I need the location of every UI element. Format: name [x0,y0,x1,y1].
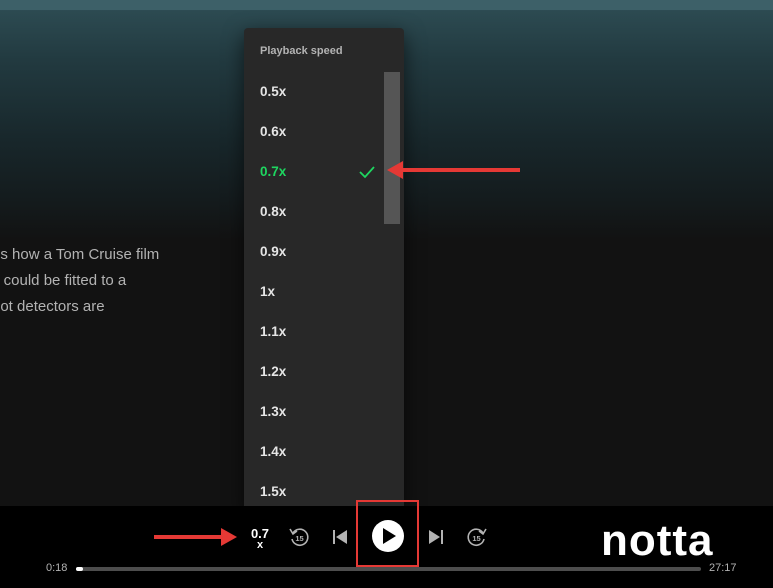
skip-back-15-button[interactable]: 15 [288,526,310,548]
checkmark-icon [359,166,375,179]
speed-option-label: 1.5x [260,484,287,499]
speed-option-label: 1.4x [260,444,287,459]
progress-fill [76,567,83,571]
speed-option-label: 1.1x [260,324,287,339]
speed-option-0-8x[interactable]: 0.8x [244,192,384,232]
description-line: us how a Tom Cruise film [0,246,160,263]
description-line: it could be fitted to a [0,272,127,289]
header-strip [0,0,773,10]
next-button[interactable] [427,528,445,546]
annotation-arrow-right-icon [154,528,237,546]
skip-forward-icon: 15 [467,528,487,546]
speed-option-label: 1.3x [260,404,287,419]
speed-option-0-9x[interactable]: 0.9x [244,232,384,272]
previous-button[interactable] [331,528,349,546]
speed-option-1x[interactable]: 1x [244,272,384,312]
speed-option-label: 0.9x [260,244,287,259]
skip-back-seconds: 15 [295,534,303,543]
speed-option-0-5x[interactable]: 0.5x [244,72,384,112]
episode-description: us how a Tom Cruise film it could be fit… [0,242,240,346]
skip-forward-seconds: 15 [472,534,480,543]
play-button-highlight [356,500,419,567]
annotation-arrow-left-icon [387,161,520,179]
skip-forward-15-button[interactable]: 15 [466,526,488,548]
speed-option-label: 0.7x [260,164,287,179]
speed-option-label: 1.2x [260,364,287,379]
speed-option-1-2x[interactable]: 1.2x [244,352,384,392]
progress-bar[interactable] [76,567,701,571]
skip-previous-icon [333,530,347,544]
speed-option-1-1x[interactable]: 1.1x [244,312,384,352]
speed-option-1-4x[interactable]: 1.4x [244,432,384,472]
skip-next-icon [429,530,443,544]
description-line: bot detectors are [0,298,105,315]
playback-speed-button[interactable]: 0.7 x [250,527,270,553]
skip-back-icon: 15 [289,528,309,546]
menu-scrollbar-thumb[interactable] [384,72,400,224]
description-line: g [0,320,240,346]
notta-logo: notta [601,516,714,565]
menu-title: Playback speed [260,45,343,57]
speed-option-label: 1x [260,284,276,299]
speed-option-0-6x[interactable]: 0.6x [244,112,384,152]
speed-option-0-7x[interactable]: 0.7x [244,152,384,192]
speed-option-1-3x[interactable]: 1.3x [244,392,384,432]
current-time: 0:18 [46,562,68,574]
speed-option-label: 0.5x [260,84,287,99]
speed-option-label: 0.8x [260,204,287,219]
speed-suffix: x [256,539,264,551]
speed-option-label: 0.6x [260,124,287,139]
playback-speed-menu: Playback speed 0.5x 0.6x 0.7x 0.8x 0.9x … [244,28,404,512]
